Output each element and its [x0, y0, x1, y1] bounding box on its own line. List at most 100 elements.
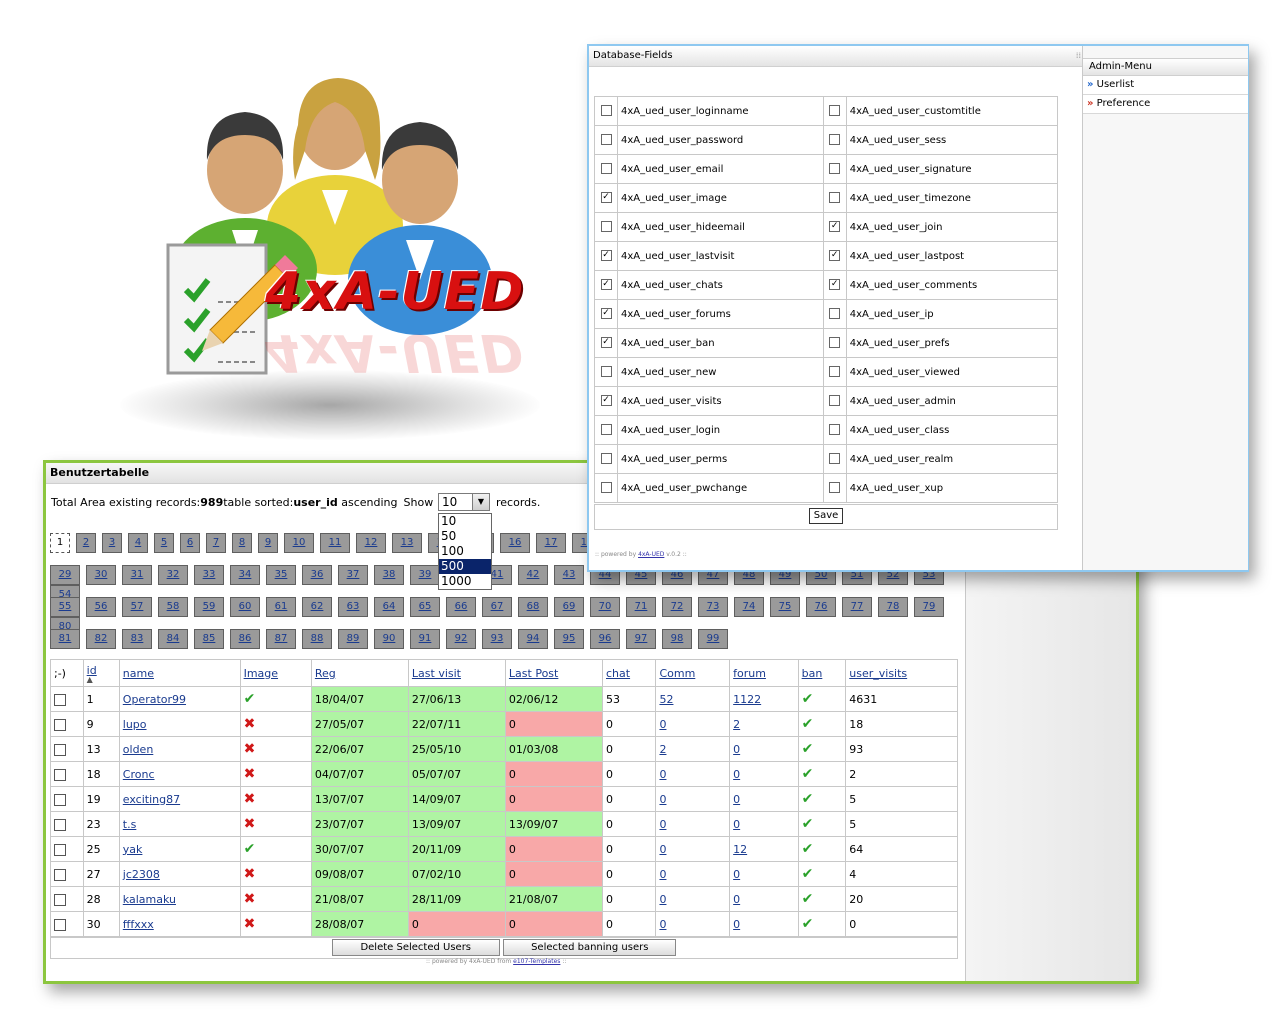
page-link[interactable]: 38 [374, 565, 404, 585]
page-link[interactable]: 85 [194, 629, 224, 649]
page-link[interactable]: 78 [878, 597, 908, 617]
field-checkbox[interactable] [600, 163, 612, 175]
column-header[interactable]: Comm [655, 659, 731, 687]
page-link[interactable]: 34 [230, 565, 260, 585]
comm-link[interactable]: 0 [659, 768, 666, 781]
page-link[interactable]: 79 [914, 597, 944, 617]
checkmark-icon[interactable]: ✔ [802, 916, 814, 932]
field-checkbox[interactable] [600, 424, 612, 436]
page-link[interactable]: 68 [518, 597, 548, 617]
user-name-link[interactable]: fffxxx [123, 918, 154, 931]
field-checkbox[interactable] [600, 105, 612, 117]
save-button[interactable]: Save [808, 508, 844, 524]
field-checkbox[interactable] [600, 134, 612, 146]
column-sort-link[interactable]: chat [606, 667, 630, 680]
column-sort-link[interactable]: Last visit [412, 667, 461, 680]
page-link[interactable]: 4 [128, 533, 148, 553]
field-checkbox[interactable]: ✓ [829, 250, 841, 262]
page-link[interactable]: 64 [374, 597, 404, 617]
records-dropdown[interactable]: 10 50 100 500 1000 [438, 513, 492, 590]
page-link[interactable]: 7 [206, 533, 226, 553]
page-link[interactable]: 97 [626, 629, 656, 649]
field-checkbox[interactable] [829, 308, 841, 320]
field-checkbox[interactable] [829, 482, 841, 494]
page-link[interactable]: 71 [626, 597, 656, 617]
column-sort-link[interactable]: ban [802, 667, 823, 680]
row-checkbox[interactable] [54, 818, 66, 831]
page-link[interactable]: 61 [266, 597, 296, 617]
checkmark-icon[interactable]: ✔ [802, 691, 814, 707]
page-link[interactable]: 8 [232, 533, 252, 553]
page-link[interactable]: 11 [320, 533, 350, 553]
page-link[interactable]: 92 [446, 629, 476, 649]
field-checkbox[interactable] [829, 192, 841, 204]
forum-link[interactable]: 0 [733, 793, 740, 806]
page-link[interactable]: 90 [374, 629, 404, 649]
page-link[interactable]: 30 [86, 565, 116, 585]
field-checkbox[interactable]: ✓ [600, 250, 612, 262]
field-checkbox[interactable]: ✓ [600, 308, 612, 320]
delete-selected-button[interactable]: Delete Selected Users [331, 939, 500, 956]
checkmark-icon[interactable]: ✔ [802, 716, 814, 732]
row-checkbox[interactable] [54, 693, 66, 706]
row-checkbox[interactable] [54, 768, 66, 781]
page-link[interactable]: 70 [590, 597, 620, 617]
forum-link[interactable]: 2 [733, 718, 740, 731]
page-link[interactable]: 88 [302, 629, 332, 649]
dropdown-option[interactable]: 500 [439, 559, 491, 574]
page-link[interactable]: 89 [338, 629, 368, 649]
page-link[interactable]: 6 [180, 533, 200, 553]
page-link[interactable]: 2 [76, 533, 96, 553]
forum-link[interactable]: 0 [733, 743, 740, 756]
forum-link[interactable]: 0 [733, 768, 740, 781]
field-checkbox[interactable] [600, 482, 612, 494]
page-link[interactable]: 72 [662, 597, 692, 617]
page-link[interactable]: 56 [86, 597, 116, 617]
page-link[interactable]: 95 [554, 629, 584, 649]
page-link[interactable]: 37 [338, 565, 368, 585]
page-link[interactable]: 81 [50, 629, 80, 649]
row-checkbox[interactable] [54, 743, 66, 756]
user-name-link[interactable]: exciting87 [123, 793, 180, 806]
checkmark-icon[interactable]: ✔ [802, 866, 814, 882]
page-link[interactable]: 69 [554, 597, 584, 617]
field-checkbox[interactable] [829, 163, 841, 175]
column-header[interactable]: id ▲ [82, 659, 120, 687]
page-link[interactable]: 96 [590, 629, 620, 649]
page-link[interactable]: 86 [230, 629, 260, 649]
comm-link[interactable]: 0 [659, 893, 666, 906]
page-link[interactable]: 77 [842, 597, 872, 617]
chevron-down-icon[interactable]: ▼ [472, 494, 489, 510]
admin-menu-item-userlist[interactable]: » Userlist [1083, 76, 1248, 95]
forum-link[interactable]: 0 [733, 818, 740, 831]
forum-link[interactable]: 0 [733, 868, 740, 881]
page-link[interactable]: 13 [392, 533, 422, 553]
page-link[interactable]: 75 [770, 597, 800, 617]
field-checkbox[interactable] [829, 337, 841, 349]
page-link[interactable]: 66 [446, 597, 476, 617]
page-link[interactable]: 16 [500, 533, 530, 553]
page-link[interactable]: 31 [122, 565, 152, 585]
column-header[interactable]: Last Post [504, 659, 604, 687]
comm-link[interactable]: 0 [659, 868, 666, 881]
page-link[interactable]: 74 [734, 597, 764, 617]
page-link[interactable]: 84 [158, 629, 188, 649]
user-name-link[interactable]: Operator99 [123, 693, 186, 706]
forum-link[interactable]: 12 [733, 843, 747, 856]
column-header[interactable]: forum [729, 659, 799, 687]
page-link[interactable]: 94 [518, 629, 548, 649]
comm-link[interactable]: 0 [659, 818, 666, 831]
user-name-link[interactable]: jc2308 [123, 868, 160, 881]
dropdown-option[interactable]: 1000 [439, 574, 491, 589]
page-link[interactable]: 39 [410, 565, 440, 585]
page-link[interactable]: 76 [806, 597, 836, 617]
page-link[interactable]: 29 [50, 565, 80, 585]
field-checkbox[interactable]: ✓ [829, 221, 841, 233]
column-sort-link[interactable]: Image [244, 667, 278, 680]
forum-link[interactable]: 0 [733, 918, 740, 931]
page-link[interactable]: 67 [482, 597, 512, 617]
page-link[interactable]: 17 [536, 533, 566, 553]
comm-link[interactable]: 2 [659, 743, 666, 756]
field-checkbox[interactable] [829, 424, 841, 436]
column-sort-link[interactable]: Last Post [509, 667, 558, 680]
